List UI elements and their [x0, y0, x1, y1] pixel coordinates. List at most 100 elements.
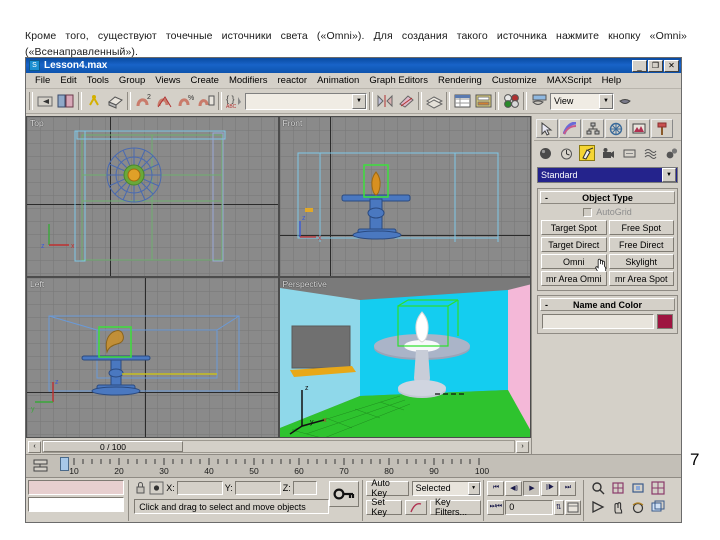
menu-item-help[interactable]: Help [597, 75, 627, 86]
previous-frame-icon[interactable]: ◀⫾ [505, 480, 523, 496]
viewport-perspective[interactable]: z y x Perspective [279, 278, 530, 437]
current-frame-field[interactable]: 0 [505, 499, 553, 515]
key-filters-button[interactable]: Key Filters... [430, 497, 481, 517]
select-scale-icon[interactable] [196, 91, 216, 111]
chevron-down-icon[interactable]: ▼ [662, 168, 676, 182]
target-spot-button[interactable]: Target Spot [541, 220, 607, 235]
zoom-icon[interactable] [589, 480, 608, 496]
menu-item-reactor[interactable]: reactor [273, 75, 313, 86]
mr-area-omni-button[interactable]: mr Area Omni [541, 271, 607, 286]
x-coordinate-field[interactable] [176, 481, 223, 495]
mirror-icon[interactable] [375, 91, 395, 111]
display-tab[interactable] [628, 119, 650, 138]
omni-button[interactable]: Omni [541, 254, 607, 274]
select-region-icon[interactable] [154, 91, 174, 111]
shapes-category[interactable] [558, 145, 574, 161]
free-spot-button[interactable]: Free Spot [608, 220, 674, 235]
utilities-tab[interactable] [651, 119, 673, 138]
select-object-icon[interactable]: 2 [133, 91, 153, 111]
menu-item-views[interactable]: Views [150, 75, 185, 86]
next-frame-icon[interactable]: ⫾▶ [541, 480, 559, 496]
menu-item-maxscript[interactable]: MAXScript [542, 75, 597, 86]
autogrid-checkbox[interactable] [583, 207, 593, 217]
auto-key-button[interactable]: Auto Key [366, 478, 409, 498]
field-of-view-icon[interactable] [589, 499, 608, 515]
key-mode-toggle[interactable] [329, 481, 360, 507]
helpers-category[interactable] [621, 145, 637, 161]
motion-tab[interactable] [605, 119, 627, 138]
collapse-icon[interactable]: - [545, 193, 548, 203]
named-selection-sets-icon[interactable]: { } ABC [224, 91, 244, 111]
pan-icon[interactable] [609, 499, 628, 515]
maximize-viewport-icon[interactable] [649, 499, 668, 515]
go-to-end-icon[interactable]: ⏭ [559, 480, 577, 496]
cameras-category[interactable] [600, 145, 616, 161]
skylight-button[interactable]: Skylight [608, 254, 674, 269]
undo-icon[interactable] [35, 91, 55, 111]
object-type-header[interactable]: - Object Type [540, 191, 675, 204]
menu-item-customize[interactable]: Customize [487, 75, 542, 86]
schematic-view-icon[interactable] [473, 91, 493, 111]
menu-item-tools[interactable]: Tools [82, 75, 114, 86]
menu-item-create[interactable]: Create [185, 75, 224, 86]
viewport-front[interactable]: z x Front [279, 117, 530, 276]
y-coordinate-field[interactable] [234, 481, 281, 495]
menu-item-rendering[interactable]: Rendering [433, 75, 487, 86]
geometry-category[interactable] [537, 145, 553, 161]
lights-category[interactable] [579, 145, 595, 161]
quick-render-icon[interactable] [615, 91, 635, 111]
select-link-icon[interactable] [84, 91, 104, 111]
next-frame-arrow[interactable]: › [516, 440, 529, 453]
listener-output-field[interactable] [28, 480, 125, 495]
object-name-input[interactable] [542, 314, 654, 329]
listener-input-field[interactable] [28, 497, 125, 512]
go-to-start-icon[interactable]: ⏮ [487, 480, 505, 496]
align-icon[interactable] [396, 91, 416, 111]
set-key-button[interactable]: Set Key [366, 497, 402, 517]
frame-spinner[interactable]: ⇅ [553, 499, 564, 515]
menu-item-file[interactable]: File [30, 75, 55, 86]
maxscript-mini-listener[interactable] [26, 478, 126, 522]
render-scene-icon[interactable] [529, 91, 549, 111]
z-coordinate-field[interactable] [292, 481, 317, 495]
time-slider-thumb[interactable]: 0 / 100 [43, 441, 183, 452]
target-direct-button[interactable]: Target Direct [541, 237, 607, 252]
zoom-all-icon[interactable] [609, 480, 628, 496]
menu-item-animation[interactable]: Animation [312, 75, 364, 86]
key-mode-icon[interactable]: ⏭⏮ [487, 499, 505, 515]
create-tab[interactable] [536, 119, 558, 138]
absolute-relative-icon[interactable] [149, 481, 164, 495]
chevron-down-icon[interactable]: ▼ [352, 93, 366, 109]
timeline-ruler[interactable]: 10 20 30 40 50 60 70 80 90 100 [26, 454, 681, 477]
space-warps-category[interactable] [642, 145, 658, 161]
viewport-left[interactable]: z y Left [27, 278, 278, 437]
chevron-down-icon[interactable]: ▼ [467, 481, 480, 495]
hierarchy-tab[interactable] [582, 119, 604, 138]
name-and-color-header[interactable]: - Name and Color [540, 298, 675, 311]
unlink-icon[interactable] [105, 91, 125, 111]
collapse-icon[interactable]: - [545, 300, 548, 310]
time-configuration-icon[interactable] [564, 499, 582, 515]
named-selection-sets-input[interactable]: ▼ [245, 92, 367, 110]
zoom-extents-all-icon[interactable] [649, 480, 668, 496]
track-view-icon[interactable] [32, 458, 50, 474]
redo-icon[interactable] [56, 91, 76, 111]
select-move-icon[interactable]: % [175, 91, 195, 111]
coordinate-system-dropdown[interactable]: View ▼ [550, 92, 614, 110]
minimize-button[interactable]: _ [632, 59, 647, 72]
menu-item-modifiers[interactable]: Modifiers [224, 75, 273, 86]
light-type-dropdown[interactable]: Standard ▼ [537, 167, 678, 183]
play-animation-icon[interactable]: ▶ [523, 480, 541, 496]
layer-manager-icon[interactable] [424, 91, 444, 111]
menu-item-graph-editors[interactable]: Graph Editors [364, 75, 433, 86]
material-editor-icon[interactable] [501, 91, 521, 111]
curve-editor-icon[interactable] [452, 91, 472, 111]
object-color-swatch[interactable] [657, 314, 673, 329]
menu-item-group[interactable]: Group [114, 75, 150, 86]
close-button[interactable]: ✕ [664, 59, 679, 72]
mr-area-spot-button[interactable]: mr Area Spot [608, 271, 674, 286]
lock-icon[interactable] [134, 481, 147, 495]
autogrid-row[interactable]: AutoGrid [540, 204, 675, 219]
function-curve-icon[interactable] [405, 499, 427, 515]
current-time-marker[interactable] [60, 457, 69, 471]
